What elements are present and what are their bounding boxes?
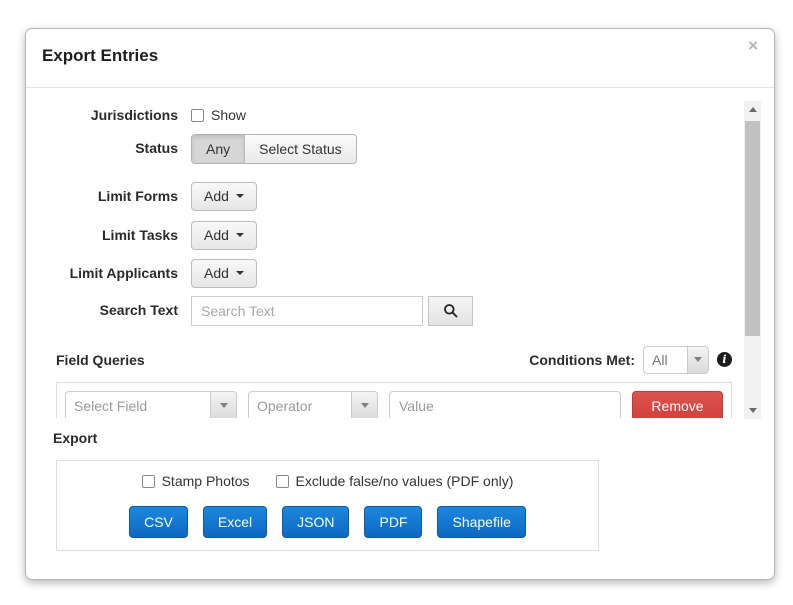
chevron-down-icon: [687, 346, 708, 373]
status-button-group: Any Select Status: [191, 133, 357, 164]
info-icon[interactable]: i: [717, 352, 732, 368]
scroll-up-button[interactable]: [744, 101, 761, 118]
arrow-up-icon: [748, 107, 757, 112]
search-button[interactable]: [428, 295, 473, 326]
limit-tasks-add-label: Add: [204, 227, 229, 244]
chevron-down-icon: [210, 391, 236, 418]
stamp-photos-checkbox[interactable]: [141, 474, 155, 488]
export-section: Export Stamp Photos Exclude false/no val…: [53, 430, 732, 551]
export-csv-button[interactable]: CSV: [129, 505, 188, 538]
status-select-status-button[interactable]: Select Status: [244, 134, 356, 163]
stamp-photos-label: Stamp Photos: [161, 473, 250, 489]
operator-dropdown[interactable]: Operator: [248, 390, 378, 418]
limit-forms-add-button[interactable]: Add: [191, 181, 257, 211]
export-pdf-button[interactable]: PDF: [364, 505, 423, 538]
exclude-false-values-toggle[interactable]: Exclude false/no values (PDF only): [275, 472, 514, 489]
status-row: Status Any Select Status: [56, 133, 732, 164]
scrollable-form-area: Jurisdictions Show Status Any Select Sta…: [56, 96, 732, 418]
arrow-down-icon: [748, 408, 757, 413]
export-excel-button[interactable]: Excel: [202, 505, 268, 538]
jurisdictions-show-toggle[interactable]: Show: [191, 106, 246, 123]
jurisdictions-show-checkbox[interactable]: [191, 108, 204, 122]
operator-placeholder: Operator: [257, 397, 313, 414]
conditions-met-value: All: [652, 351, 668, 368]
jurisdictions-label: Jurisdictions: [90, 107, 178, 123]
jurisdictions-row: Jurisdictions Show: [56, 106, 732, 124]
chevron-down-icon: [235, 194, 244, 199]
search-text-input[interactable]: [191, 295, 423, 326]
export-format-buttons: CSV Excel JSON PDF Shapefile: [57, 505, 598, 538]
stamp-photos-toggle[interactable]: Stamp Photos: [141, 472, 250, 489]
scrollbar-thumb[interactable]: [745, 121, 760, 336]
scroll-down-button[interactable]: [744, 402, 761, 419]
export-options-row: Stamp Photos Exclude false/no values (PD…: [141, 472, 514, 489]
modal-header: Export Entries ×: [26, 29, 774, 88]
export-json-button[interactable]: JSON: [282, 505, 350, 538]
export-title: Export: [53, 430, 98, 446]
chevron-down-icon: [235, 233, 244, 238]
conditions-met-label: Conditions Met:: [529, 351, 635, 368]
export-panel: Stamp Photos Exclude false/no values (PD…: [56, 460, 599, 551]
select-field-placeholder: Select Field: [74, 397, 148, 414]
field-queries-title: Field Queries: [56, 351, 145, 368]
close-icon: ×: [748, 36, 758, 55]
field-queries-header: Field Queries Conditions Met: All i: [56, 345, 732, 374]
limit-tasks-label: Limit Tasks: [102, 226, 178, 243]
limit-tasks-row: Limit Tasks Add: [56, 220, 732, 250]
chevron-down-icon: [235, 271, 244, 276]
exclude-false-values-checkbox[interactable]: [275, 474, 289, 488]
field-queries-panel: Select Field Operator Remove: [56, 381, 732, 418]
jurisdictions-show-label: Show: [211, 107, 247, 123]
limit-forms-label: Limit Forms: [97, 187, 178, 204]
status-any-button[interactable]: Any: [192, 134, 245, 163]
export-entries-modal: Export Entries × Jurisdictions Show Stat…: [25, 28, 775, 580]
search-text-row: Search Text: [56, 295, 732, 326]
chevron-down-icon: [351, 391, 377, 418]
field-query-row: Select Field Operator Remove: [65, 390, 723, 418]
search-text-label: Search Text: [99, 301, 178, 318]
conditions-met-select[interactable]: All: [643, 345, 709, 374]
close-button[interactable]: ×: [748, 37, 758, 54]
status-label: Status: [135, 139, 178, 156]
value-input[interactable]: [389, 390, 621, 418]
limit-forms-add-label: Add: [204, 188, 229, 205]
limit-applicants-row: Limit Applicants Add: [56, 258, 732, 288]
search-icon: [444, 304, 458, 318]
select-field-dropdown[interactable]: Select Field: [65, 390, 237, 418]
limit-applicants-add-button[interactable]: Add: [191, 258, 257, 288]
export-shapefile-button[interactable]: Shapefile: [437, 505, 526, 538]
modal-body: Jurisdictions Show Status Any Select Sta…: [26, 88, 774, 551]
conditions-met-group: Conditions Met: All i: [529, 345, 732, 374]
remove-query-button[interactable]: Remove: [632, 390, 723, 418]
limit-tasks-add-button[interactable]: Add: [191, 220, 257, 250]
page-title: Export Entries: [42, 46, 159, 65]
limit-applicants-add-label: Add: [204, 265, 229, 282]
limit-applicants-label: Limit Applicants: [69, 264, 178, 281]
limit-forms-row: Limit Forms Add: [56, 181, 732, 211]
vertical-scrollbar[interactable]: [744, 101, 761, 419]
exclude-false-values-label: Exclude false/no values (PDF only): [295, 473, 514, 489]
